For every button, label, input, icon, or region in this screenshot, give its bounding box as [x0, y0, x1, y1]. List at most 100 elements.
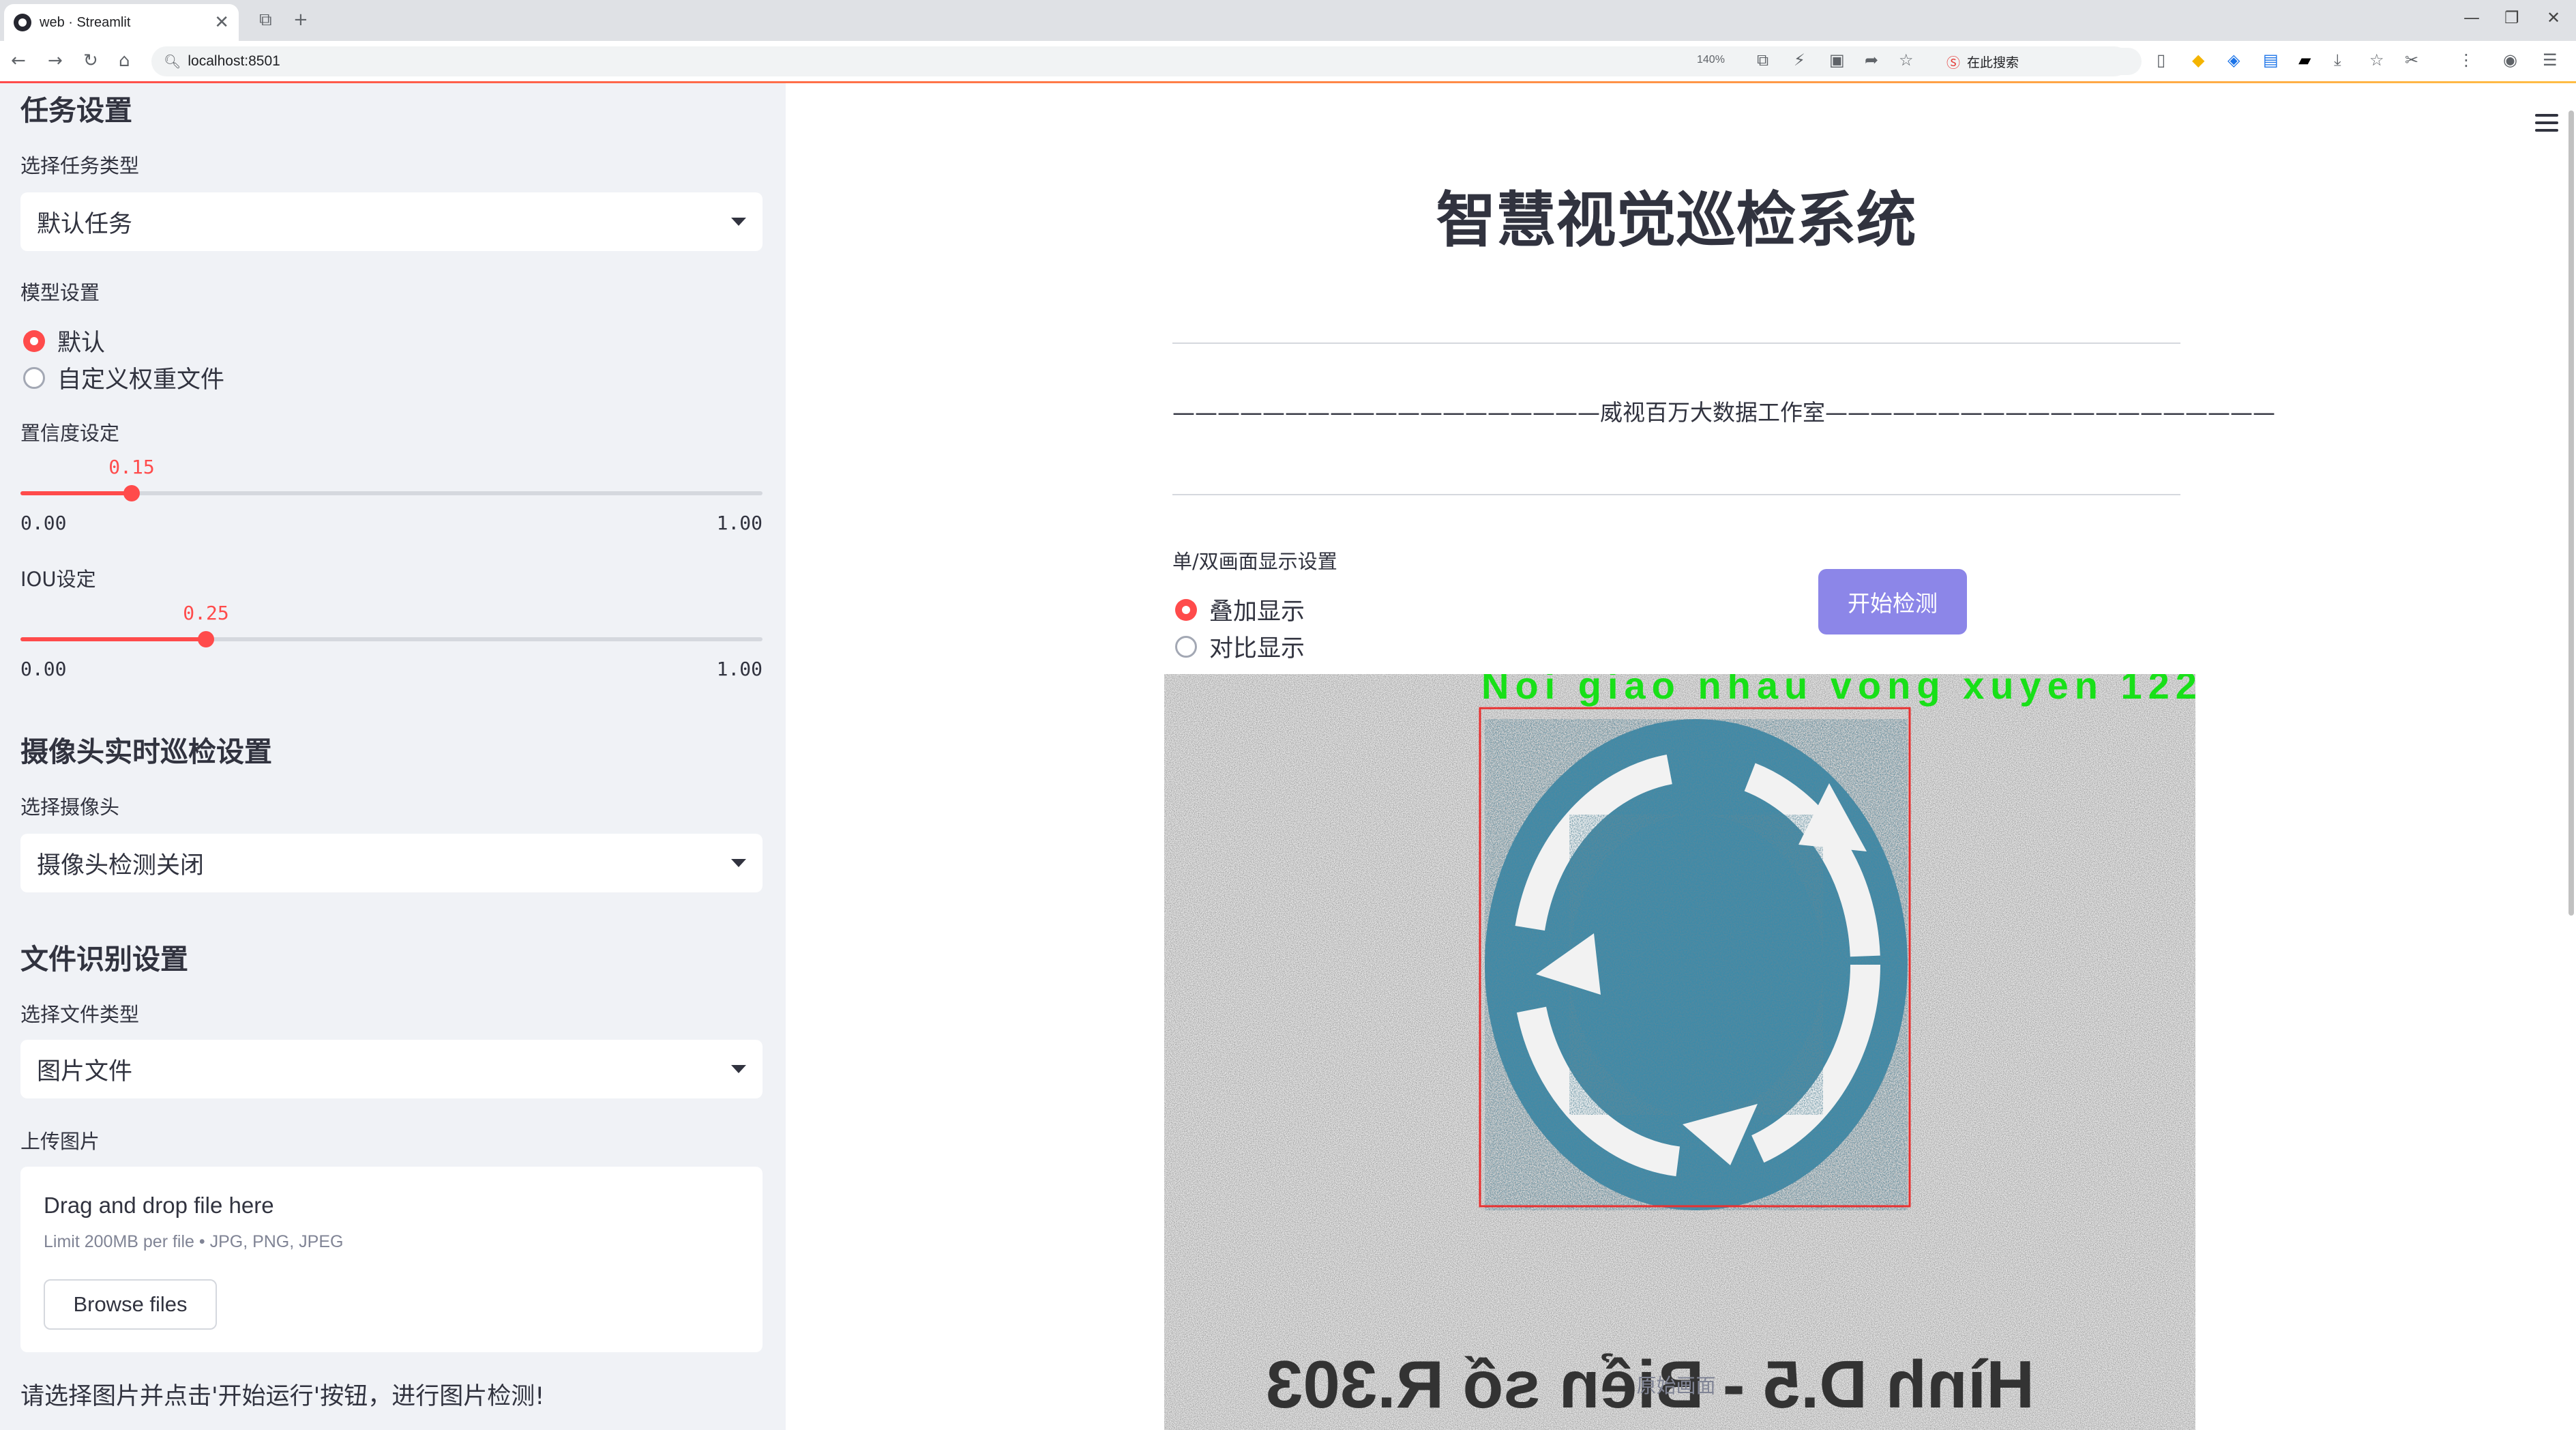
- file-type-label: 选择文件类型: [20, 1003, 140, 1026]
- roundabout-sign: [1485, 719, 1908, 1210]
- file-type-value: 图片文件: [37, 1057, 133, 1085]
- iou-label: IOU设定: [20, 568, 96, 591]
- sidebar: 任务设置 选择任务类型 默认任务 模型设置 默认 自定义权重文件 置信度设定 0…: [0, 83, 786, 1430]
- home-icon[interactable]: ⌂: [119, 50, 130, 71]
- divider-bottom: [1172, 494, 2180, 495]
- restore-icon[interactable]: ❐: [2504, 8, 2519, 27]
- back-icon[interactable]: ←: [11, 50, 26, 71]
- scrollbar[interactable]: [2566, 83, 2576, 1430]
- divider-top: [1172, 342, 2180, 344]
- detection-image-svg: Noi giao nhau vong xuyen 122 Hình D.5 - …: [1164, 674, 2195, 1430]
- share-icon[interactable]: ➦: [1865, 50, 1878, 70]
- streamlit-favicon-icon: [14, 14, 31, 31]
- camera-label: 选择摄像头: [20, 796, 120, 819]
- iou-slider[interactable]: 0.25 0.00 1.00: [20, 602, 763, 680]
- model-option-label: 自定义权重文件: [57, 366, 225, 394]
- display-option-label: 叠加显示: [1209, 598, 1305, 626]
- file-type-select[interactable]: 图片文件: [20, 1040, 763, 1098]
- slider-thumb[interactable]: [123, 485, 140, 501]
- sidebar-hint: 请选择图片并点击'开始运行'按钮，进行图片检测!: [20, 1383, 545, 1410]
- slider-fill: [20, 637, 206, 641]
- display-radio-overlay[interactable]: 叠加显示: [1175, 592, 1305, 627]
- zoom-level[interactable]: 140%: [1697, 54, 1725, 66]
- new-tab-icon[interactable]: +: [293, 10, 308, 30]
- search-engine-text: 在此搜索: [1967, 55, 2019, 70]
- radio-selected-icon[interactable]: [1175, 598, 1197, 621]
- reading-mode-icon[interactable]: ▯: [2157, 50, 2165, 70]
- start-detection-button[interactable]: 开始检测: [1818, 569, 1967, 634]
- display-mode-label: 单/双画面显示设置: [1172, 550, 1337, 573]
- bookmark-star-icon[interactable]: ☆: [1899, 50, 1914, 70]
- detection-label: Noi giao nhau vong xuyen 122: [1481, 674, 2195, 707]
- task-type-label: 选择任务类型: [20, 154, 140, 177]
- slider-max: 1.00: [716, 512, 763, 534]
- dropzone-limit: Limit 200MB per file • JPG, PNG, JPEG: [44, 1232, 344, 1251]
- hamburger-menu-icon[interactable]: [2535, 114, 2558, 132]
- download-icon[interactable]: ⤓: [2334, 50, 2341, 70]
- task-type-value: 默认任务: [37, 210, 133, 238]
- slider-value: 0.15: [108, 456, 155, 478]
- tab-title: web · Streamlit: [40, 14, 131, 30]
- cut-icon[interactable]: ✂: [2405, 50, 2418, 70]
- slider-min: 0.00: [20, 512, 67, 534]
- extension-2-icon[interactable]: ◈: [2227, 50, 2240, 70]
- camera-value: 摄像头检测关闭: [37, 851, 205, 879]
- confidence-label: 置信度设定: [20, 422, 120, 445]
- confidence-slider[interactable]: 0.15 0.00 1.00: [20, 456, 763, 534]
- screenshot-icon[interactable]: ▣: [1829, 50, 1845, 70]
- slider-fill: [20, 491, 132, 495]
- chevron-down-icon: [731, 1065, 746, 1073]
- browser-tab[interactable]: web · Streamlit ✕: [4, 4, 239, 41]
- slider-thumb[interactable]: [198, 631, 214, 647]
- dropzone-title: Drag and drop file here: [44, 1193, 274, 1218]
- profile-avatar-icon[interactable]: ◉: [2503, 50, 2517, 70]
- browser-search-box[interactable]: Ⓢ 在此搜索: [1937, 48, 2142, 75]
- display-option-label: 对比显示: [1209, 635, 1305, 662]
- close-tab-icon[interactable]: ✕: [214, 12, 229, 33]
- chevron-down-icon: [731, 859, 746, 867]
- slider-value: 0.25: [183, 602, 229, 624]
- radio-unselected-icon[interactable]: [23, 366, 45, 389]
- task-type-select[interactable]: 默认任务: [20, 192, 763, 251]
- more-menu-icon[interactable]: ⋮: [2458, 50, 2474, 70]
- main-content: 智慧视觉巡检系统 ———————————————————威视百万大数据工作室——…: [786, 83, 2576, 1430]
- display-radio-compare[interactable]: 对比显示: [1175, 629, 1305, 664]
- url-text: localhost:8501: [188, 53, 280, 69]
- file-dropzone[interactable]: Drag and drop file here Limit 200MB per …: [20, 1167, 763, 1352]
- extension-3-icon[interactable]: ▤: [2263, 50, 2279, 70]
- minimize-icon[interactable]: —: [2463, 8, 2480, 27]
- site-info-icon[interactable]: 🔍︎: [164, 53, 181, 70]
- browser-tab-bar: web · Streamlit ✕ ⧉ + — ❐ ✕: [0, 0, 2576, 41]
- image-caption: 原始画面: [1636, 1374, 1716, 1397]
- forward-icon[interactable]: →: [48, 50, 63, 71]
- subtitle: ———————————————————威视百万大数据工作室———————————…: [1172, 399, 2275, 426]
- radio-selected-icon[interactable]: [23, 330, 45, 352]
- search-engine-icon: Ⓢ: [1946, 54, 1960, 71]
- slider-min: 0.00: [20, 658, 67, 680]
- model-label: 模型设置: [20, 281, 100, 304]
- model-radio-default[interactable]: 默认: [23, 323, 105, 358]
- browse-files-button[interactable]: Browse files: [44, 1279, 217, 1330]
- file-section-title: 文件识别设置: [20, 943, 188, 976]
- translate-icon[interactable]: ⧉: [1757, 50, 1768, 70]
- address-bar: ← → ↻ ⌂ 🔍︎ localhost:8501 140%: [0, 41, 2576, 82]
- camera-select[interactable]: 摄像头检测关闭: [20, 834, 763, 892]
- browser-menu-icon[interactable]: ☰: [2543, 50, 2558, 70]
- detection-image: Noi giao nhau vong xuyen 122 Hình D.5 - …: [1164, 674, 2195, 1430]
- extension-4-icon[interactable]: ▰: [2298, 50, 2311, 70]
- lightning-icon[interactable]: ⚡: [1794, 50, 1805, 70]
- reload-icon[interactable]: ↻: [83, 50, 98, 71]
- upload-label: 上传图片: [20, 1130, 100, 1153]
- tab-groups-icon[interactable]: ⧉: [259, 10, 272, 31]
- page-title: 智慧视觉巡检系统: [1436, 185, 1916, 255]
- slider-max: 1.00: [716, 658, 763, 680]
- favorites-icon[interactable]: ☆: [2369, 50, 2384, 70]
- task-section-title: 任务设置: [20, 94, 132, 127]
- scrollbar-thumb[interactable]: [2568, 111, 2574, 916]
- close-window-icon[interactable]: ✕: [2547, 8, 2560, 27]
- radio-unselected-icon[interactable]: [1175, 635, 1197, 658]
- model-radio-custom[interactable]: 自定义权重文件: [23, 360, 224, 395]
- extension-icon[interactable]: ◆: [2192, 50, 2204, 70]
- camera-section-title: 摄像头实时巡检设置: [20, 735, 272, 768]
- model-option-label: 默认: [57, 330, 106, 357]
